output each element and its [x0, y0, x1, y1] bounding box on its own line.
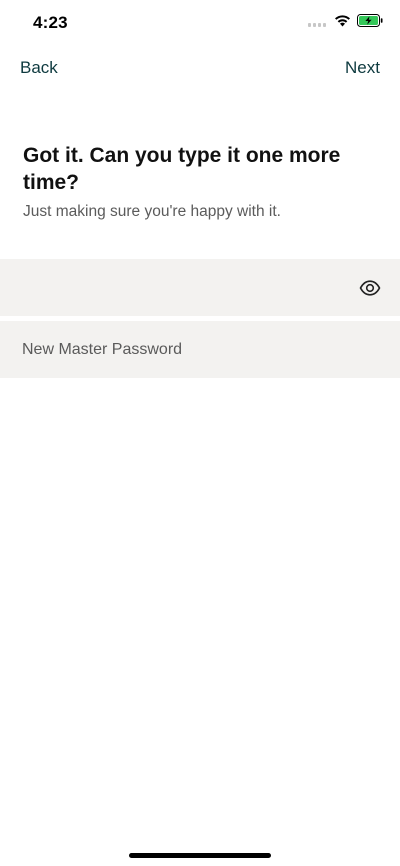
confirm-password-field[interactable]	[0, 259, 400, 316]
next-button[interactable]: Next	[345, 58, 380, 78]
cellular-signal-icon	[308, 14, 328, 32]
nav-bar: Back Next	[0, 52, 400, 84]
status-time: 4:23	[33, 13, 68, 32]
battery-charging-icon	[357, 14, 384, 32]
wifi-icon	[334, 14, 351, 32]
status-bar: 4:23	[0, 0, 400, 44]
eye-icon[interactable]	[358, 276, 382, 300]
page-title: Got it. Can you type it one more time?	[23, 144, 341, 194]
status-icons	[308, 14, 384, 32]
back-button[interactable]: Back	[20, 58, 58, 78]
confirm-password-input[interactable]	[20, 259, 340, 316]
new-master-password-field[interactable]	[0, 321, 400, 378]
new-master-password-input[interactable]	[20, 321, 340, 378]
page-subtitle: Just making sure you're happy with it.	[23, 203, 281, 220]
home-indicator[interactable]	[129, 853, 271, 858]
